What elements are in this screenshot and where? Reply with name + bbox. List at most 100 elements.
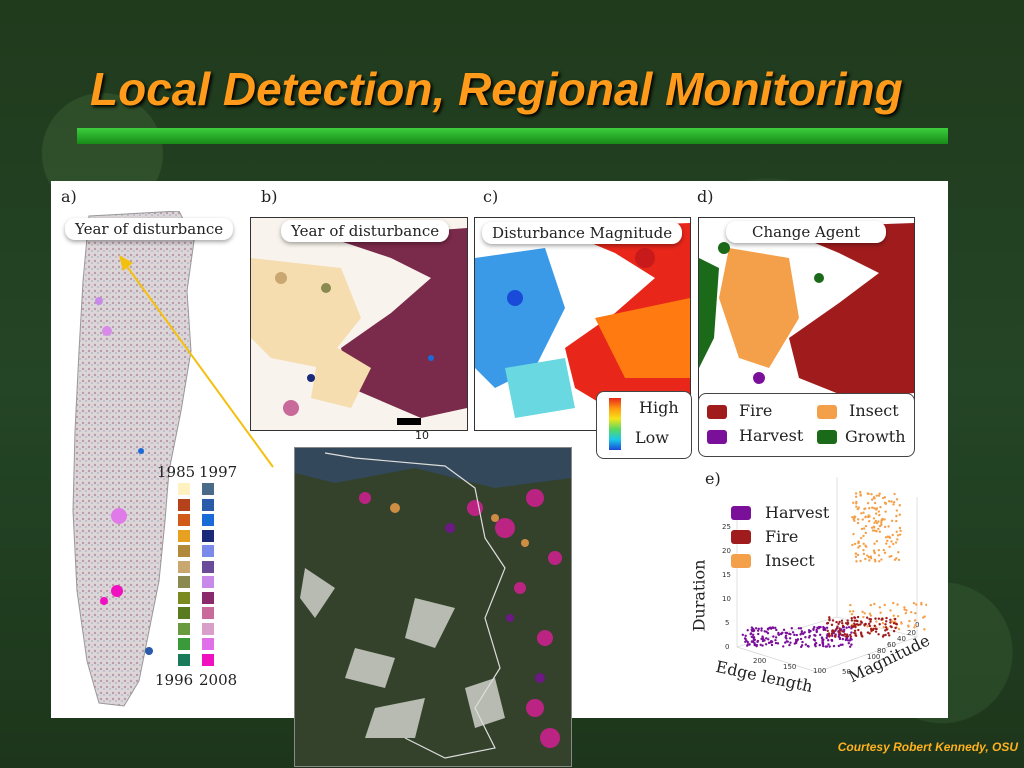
scatter-point: [804, 643, 808, 646]
scatter-point: [873, 542, 876, 545]
scatter-point: [788, 637, 792, 640]
scatter-point: [751, 629, 754, 633]
scatter-point: [836, 625, 839, 628]
scatter-point: [760, 637, 763, 641]
scatter-point: [869, 618, 873, 621]
scatter-point: [801, 640, 804, 644]
scatter-point: [833, 634, 837, 638]
scatter-point: [870, 526, 874, 529]
scatter-point: [868, 612, 872, 615]
scatter-point: [896, 538, 899, 541]
scatter-point: [909, 610, 913, 614]
scatter-point: [771, 626, 775, 630]
scatter-point: [887, 500, 891, 503]
scatter-point: [855, 505, 858, 508]
scatter-point: [835, 627, 838, 631]
scatter-point: [852, 518, 855, 521]
scatter-point: [872, 496, 876, 500]
scatter-point: [765, 637, 768, 640]
scatter-point: [920, 603, 923, 606]
scatter-point: [797, 627, 801, 630]
scatter-point: [852, 501, 855, 505]
scatter-point: [850, 624, 853, 628]
scatter-point: [872, 517, 876, 520]
year-color-swatch: [178, 529, 190, 542]
scatter-point: [877, 510, 881, 513]
scatter-point: [744, 640, 747, 644]
scatter-point: [888, 634, 891, 637]
year-color-swatch: [202, 576, 214, 588]
year-color-swatch: [178, 653, 190, 666]
scatter-point: [896, 534, 900, 537]
scatter-point: [878, 606, 882, 609]
scatter-point: [889, 621, 892, 624]
scatter-point: [808, 634, 811, 638]
scatter-point: [857, 623, 860, 627]
scatter-point: [898, 533, 902, 536]
scatter-point: [822, 628, 825, 632]
scatter-point: [893, 492, 896, 496]
scatter-point: [848, 645, 852, 648]
scatter-point: [866, 501, 870, 505]
year-color-swatch: [178, 576, 190, 588]
scatter-point: [824, 645, 828, 648]
scatter-point: [875, 508, 878, 511]
scatter-point: [760, 627, 763, 630]
scatter-point: [799, 637, 803, 641]
scatter-point: [881, 621, 885, 625]
scatter-point: [864, 531, 868, 535]
scatter-point: [795, 633, 799, 637]
scatter-point: [840, 619, 844, 622]
axis-duration-label: Duration: [689, 559, 709, 632]
scatter-point: [850, 616, 853, 620]
scatter-point: [756, 629, 760, 632]
scatter-point: [887, 525, 890, 528]
scatter-point: [898, 526, 902, 530]
x-tick: 200: [753, 657, 766, 665]
scatter-point: [817, 625, 821, 629]
scatter-point: [854, 495, 858, 498]
scatter-point: [878, 623, 881, 626]
scatter-point: [855, 560, 858, 563]
scatter-point: [826, 629, 829, 633]
z-tick: 25: [722, 523, 731, 531]
scatter-point: [827, 643, 830, 646]
scatter-point: [864, 544, 867, 547]
scatter-point: [867, 622, 871, 626]
scatter-point: [890, 540, 893, 543]
scatter-point: [895, 530, 898, 533]
scatter-point: [880, 523, 883, 527]
year-color-swatch: [178, 498, 190, 511]
scatter-point: [883, 551, 887, 555]
scatter-point: [852, 610, 855, 613]
magnitude-legend: High Low: [596, 391, 692, 459]
scatter-point: [875, 620, 878, 623]
scatter-point: [861, 518, 864, 521]
scatter-point: [875, 494, 878, 497]
scatter-point: [838, 627, 841, 630]
scatter-point: [843, 632, 847, 636]
scatter-point: [869, 620, 872, 623]
scatter-point: [830, 623, 834, 627]
scatter-point: [913, 626, 916, 629]
scatter-point: [877, 554, 881, 557]
scatter-point: [874, 560, 877, 563]
scatter-point: [786, 640, 789, 643]
year-color-swatch: [178, 545, 190, 557]
scatter-point: [874, 630, 878, 633]
scatter-point: [897, 558, 901, 562]
year-color-swatch: [178, 514, 190, 526]
change-agent-legend: Fire Insect Harvest Growth: [698, 393, 915, 457]
scatter-point: [883, 603, 886, 607]
scatter-point: [814, 642, 817, 645]
scatter-point: [890, 500, 893, 503]
scatter-point: [754, 627, 758, 630]
scatter-point: [898, 504, 901, 507]
scatter-point: [854, 492, 858, 495]
scatter-point: [847, 625, 851, 629]
scatter-point: [875, 521, 879, 525]
legend-growth: Growth: [845, 427, 906, 446]
slide-title: Local Detection, Regional Monitoring: [90, 63, 903, 115]
year-color-swatch: [202, 545, 214, 557]
scatter-point: [857, 506, 861, 509]
